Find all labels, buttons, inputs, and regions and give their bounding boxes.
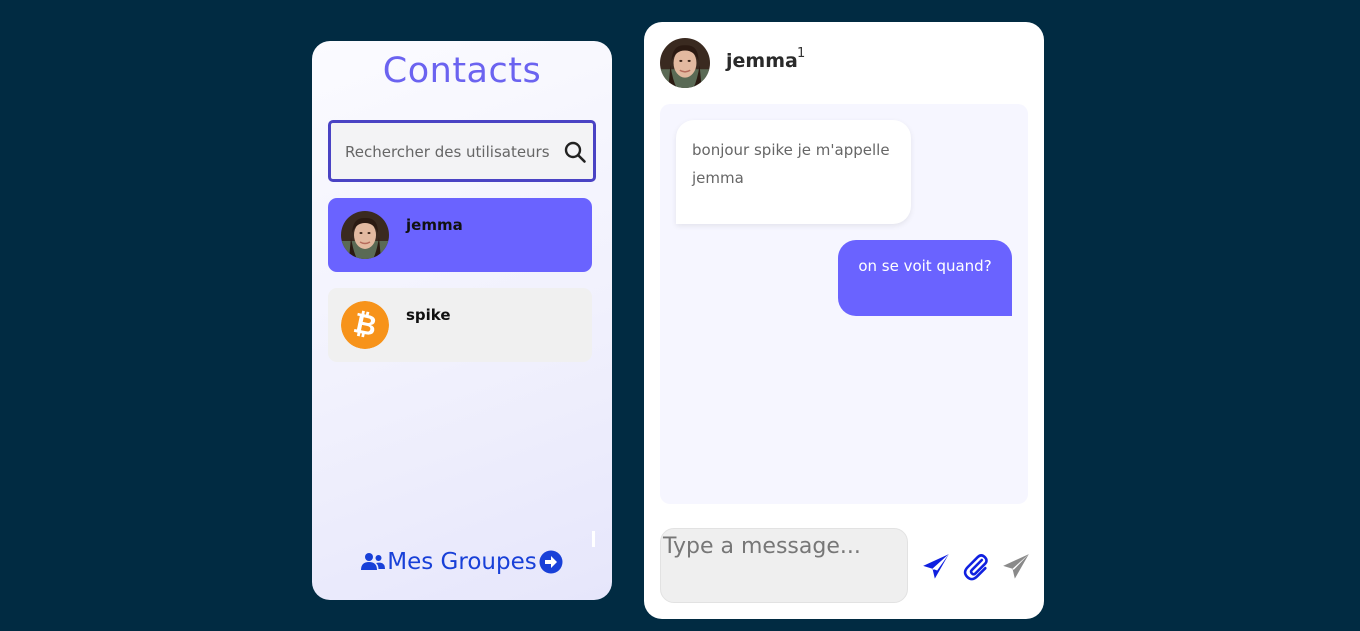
message-input[interactable] [660,528,908,603]
scrollbar[interactable] [592,531,595,547]
search-icon[interactable] [563,140,587,164]
contact-item-spike[interactable]: ₿ spike [328,288,592,362]
contact-name: spike [406,306,451,324]
contact-name: jemma [406,216,463,234]
contacts-panel: Contacts jemma [312,41,612,600]
contact-item-jemma[interactable]: jemma [328,198,592,272]
message-list: bonjour spike je m'appelle jemma on se v… [660,104,1028,504]
send-gray-icon[interactable] [1002,553,1030,581]
message-outgoing: on se voit quand? [838,240,1012,316]
unread-badge: 1 [797,46,806,61]
chat-contact-name: jemma [726,50,798,72]
users-icon [361,553,386,570]
message-incoming: bonjour spike je m'appelle jemma [676,120,911,224]
contacts-title: Contacts [382,51,542,91]
search-box [328,120,596,182]
bitcoin-avatar: ₿ [341,301,389,349]
send-icon[interactable] [922,553,950,581]
groups-label: Mes Groupes [387,549,537,575]
avatar [341,211,389,259]
arrow-circle-right-icon [539,550,563,574]
avatar [660,38,710,88]
groups-link[interactable]: Mes Groupes [312,549,612,575]
paperclip-icon[interactable] [962,553,990,581]
search-input[interactable] [345,139,555,165]
chat-panel: jemma 1 bonjour spike je m'appelle jemma… [644,22,1044,619]
